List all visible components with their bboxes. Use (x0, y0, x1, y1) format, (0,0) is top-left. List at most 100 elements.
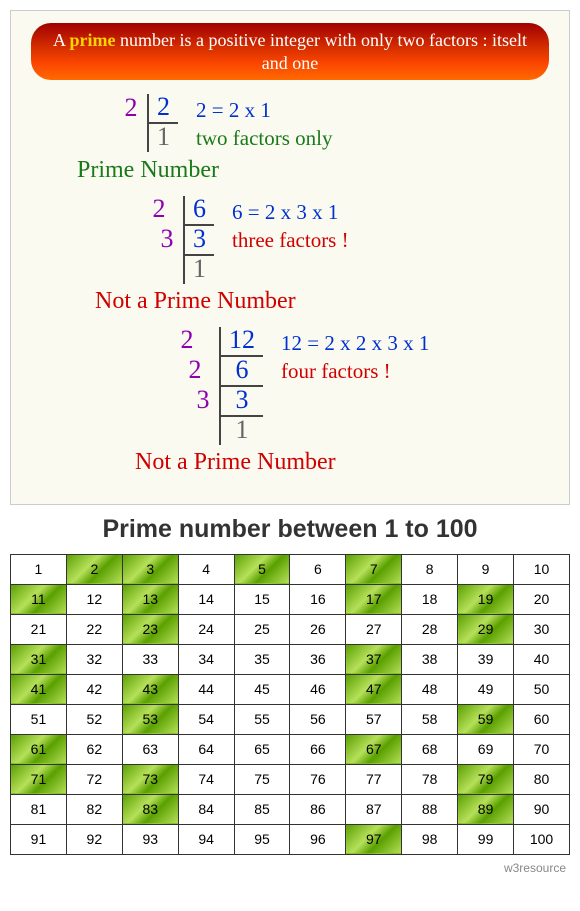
grid-cell: 83 (122, 794, 178, 824)
grid-cell: 75 (234, 764, 290, 794)
grid-cell: 80 (514, 764, 570, 794)
factor-ladder: 26331 (135, 196, 214, 284)
grid-cell: 92 (66, 824, 122, 854)
grid-cell: 67 (346, 734, 402, 764)
grid-cell: 31 (11, 644, 67, 674)
explanation: 6 = 2 x 3 x 1three factors ! (232, 196, 349, 255)
def-keyword: prime (70, 30, 116, 50)
grid-cell: 9 (458, 554, 514, 584)
grid-cell: 90 (514, 794, 570, 824)
grid-cell: 3 (122, 554, 178, 584)
grid-cell: 36 (290, 644, 346, 674)
grid-title: Prime number between 1 to 100 (10, 515, 570, 544)
grid-cell: 34 (178, 644, 234, 674)
quotient-cell: 1 (220, 416, 263, 445)
divisor-cell (135, 255, 184, 284)
grid-cell: 95 (234, 824, 290, 854)
grid-cell: 29 (458, 614, 514, 644)
grid-cell: 19 (458, 584, 514, 614)
grid-cell: 4 (178, 554, 234, 584)
grid-cell: 10 (514, 554, 570, 584)
grid-cell: 52 (66, 704, 122, 734)
grid-cell: 65 (234, 734, 290, 764)
divisor-cell: 2 (155, 327, 220, 356)
grid-cell: 48 (402, 674, 458, 704)
grid-cell: 17 (346, 584, 402, 614)
grid-cell: 64 (178, 734, 234, 764)
grid-cell: 2 (66, 554, 122, 584)
quotient-cell: 6 (184, 196, 214, 225)
divisor-cell: 2 (135, 196, 184, 225)
grid-cell: 77 (346, 764, 402, 794)
grid-cell: 55 (234, 704, 290, 734)
grid-cell: 100 (514, 824, 570, 854)
grid-cell: 71 (11, 764, 67, 794)
grid-cell: 15 (234, 584, 290, 614)
grid-cell: 38 (402, 644, 458, 674)
grid-cell: 16 (290, 584, 346, 614)
factor-ladder: 221 (115, 94, 178, 152)
grid-cell: 20 (514, 584, 570, 614)
grid-cell: 62 (66, 734, 122, 764)
quotient-cell: 1 (184, 255, 214, 284)
equation-line: 2 = 2 x 1 (196, 96, 332, 124)
grid-cell: 60 (514, 704, 570, 734)
grid-cell: 78 (402, 764, 458, 794)
grid-cell: 57 (346, 704, 402, 734)
grid-cell: 85 (234, 794, 290, 824)
grid-cell: 6 (290, 554, 346, 584)
grid-cell: 24 (178, 614, 234, 644)
example-ex3: 2122633112 = 2 x 2 x 3 x 1four factors !… (25, 327, 555, 476)
factors-line: two factors only (196, 124, 332, 152)
grid-cell: 79 (458, 764, 514, 794)
grid-cell: 81 (11, 794, 67, 824)
divisor-cell (155, 416, 220, 445)
grid-cell: 86 (290, 794, 346, 824)
grid-cell: 54 (178, 704, 234, 734)
grid-cell: 33 (122, 644, 178, 674)
explanation: 2 = 2 x 1two factors only (196, 94, 332, 153)
grid-cell: 18 (402, 584, 458, 614)
grid-cell: 93 (122, 824, 178, 854)
grid-cell: 50 (514, 674, 570, 704)
examples-container: 2212 = 2 x 1two factors onlyPrime Number… (25, 94, 555, 476)
def-post: number is a positive integer with only t… (116, 30, 527, 73)
quotient-cell: 12 (220, 327, 263, 356)
grid-cell: 25 (234, 614, 290, 644)
grid-cell: 26 (290, 614, 346, 644)
quotient-cell: 3 (184, 225, 214, 255)
grid-cell: 8 (402, 554, 458, 584)
footer-credit: w3resource (10, 861, 570, 875)
grid-cell: 73 (122, 764, 178, 794)
grid-cell: 11 (11, 584, 67, 614)
grid-cell: 30 (514, 614, 570, 644)
grid-cell: 76 (290, 764, 346, 794)
grid-cell: 96 (290, 824, 346, 854)
example-ex1: 221 2 = 2 x 1two factors only Prime Number (25, 94, 555, 184)
divisor-cell (115, 123, 148, 152)
divisor-cell: 2 (115, 94, 148, 123)
factors-line: three factors ! (232, 226, 349, 254)
definition-banner: A prime number is a positive integer wit… (31, 23, 549, 80)
divisor-cell: 3 (155, 386, 220, 416)
grid-cell: 63 (122, 734, 178, 764)
divisor-cell: 2 (155, 356, 220, 386)
grid-cell: 14 (178, 584, 234, 614)
grid-cell: 45 (234, 674, 290, 704)
grid-cell: 97 (346, 824, 402, 854)
grid-cell: 69 (458, 734, 514, 764)
grid-cell: 47 (346, 674, 402, 704)
grid-cell: 61 (11, 734, 67, 764)
grid-cell: 21 (11, 614, 67, 644)
grid-cell: 12 (66, 584, 122, 614)
grid-cell: 43 (122, 674, 178, 704)
grid-cell: 39 (458, 644, 514, 674)
grid-cell: 41 (11, 674, 67, 704)
grid-cell: 37 (346, 644, 402, 674)
def-pre: A (53, 30, 70, 50)
equation-line: 12 = 2 x 2 x 3 x 1 (281, 329, 429, 357)
grid-cell: 5 (234, 554, 290, 584)
grid-cell: 35 (234, 644, 290, 674)
verdict-label: Prime Number (77, 157, 555, 184)
divisor-cell: 3 (135, 225, 184, 255)
